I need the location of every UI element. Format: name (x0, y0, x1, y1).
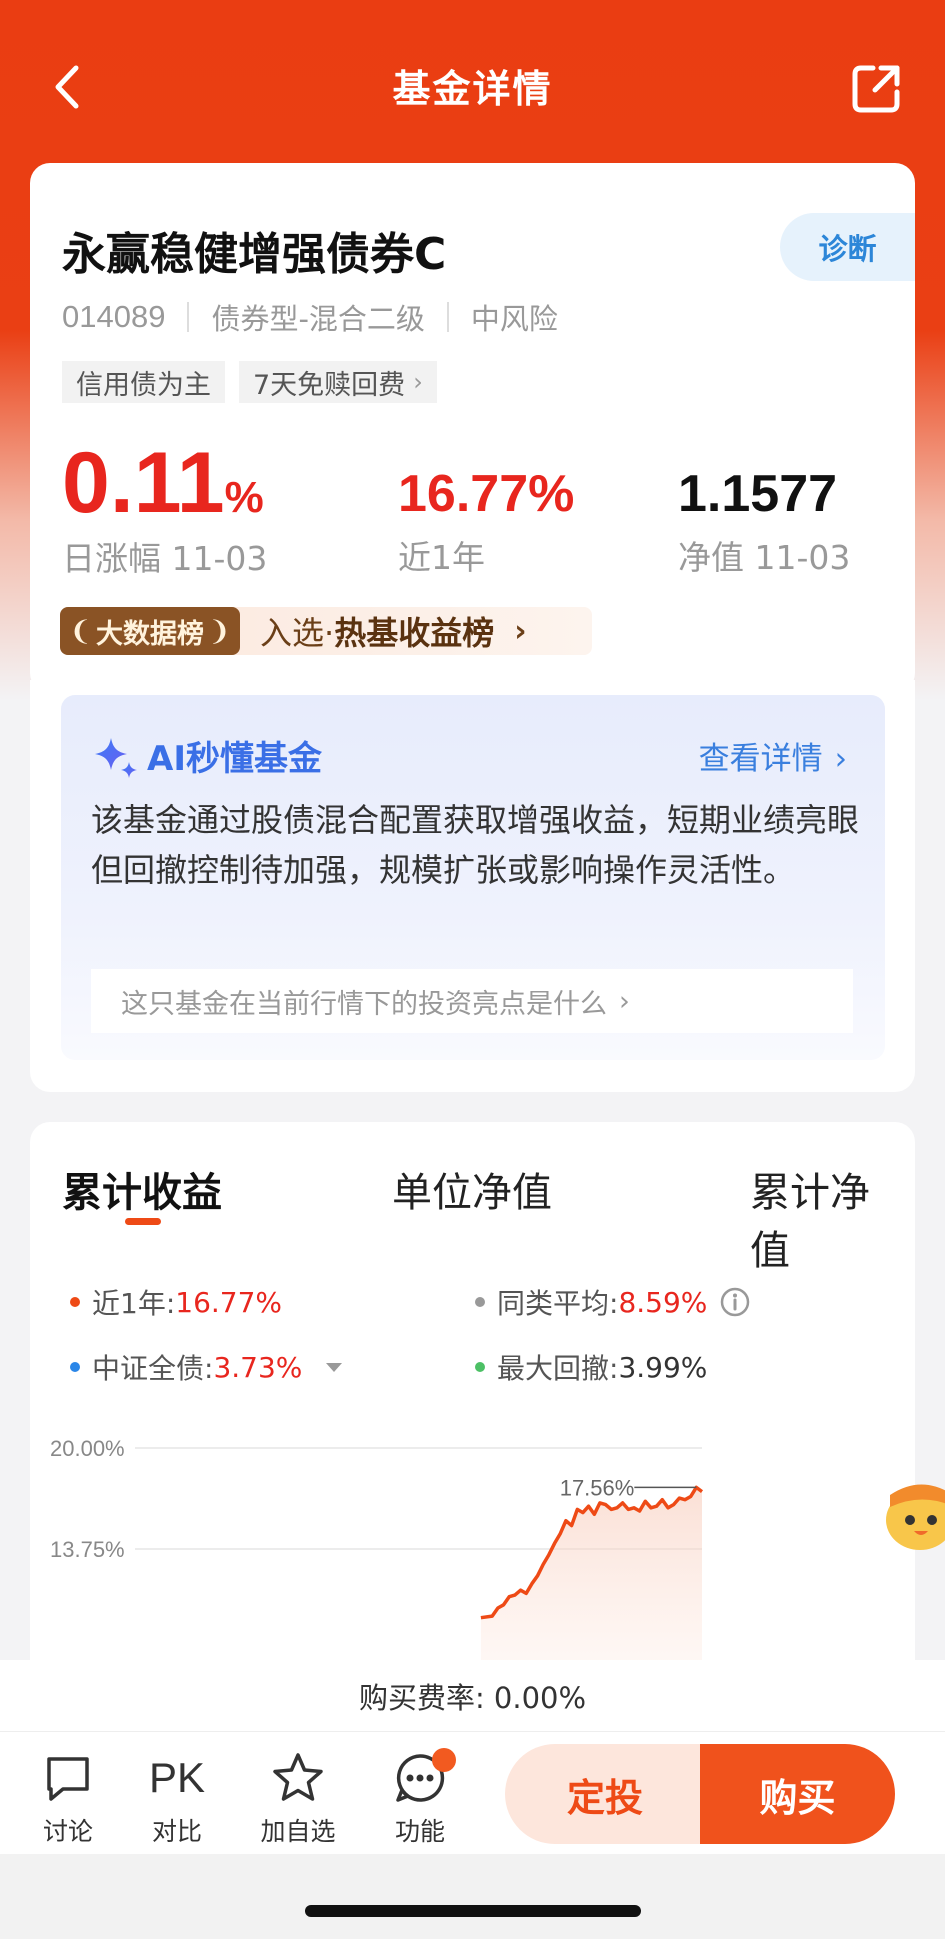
notification-dot (432, 1748, 456, 1772)
diagnose-button[interactable]: 诊断 (780, 213, 915, 281)
rank-banner[interactable]: ❨ 大数据榜 ❩ 入选·热基收益榜 › (60, 607, 592, 655)
caret-down-icon (326, 1362, 343, 1372)
chevron-right-icon: › (834, 741, 847, 777)
legend-max-drawdown: 最大回撤: 3.99% (475, 1347, 707, 1387)
purchase-fee-rate: 购买费率: 0.00% (0, 1660, 945, 1732)
rank-text: 入选·热基收益榜 (260, 614, 495, 652)
fund-type: 债券型-混合二级 (211, 302, 425, 336)
divider (446, 302, 449, 332)
y-tick-label: 20.00% (50, 1436, 125, 1461)
one-year-stat: 16.77% 近1年 (398, 463, 574, 579)
daily-change-unit: % (224, 473, 264, 522)
ai-title: AI秒懂基金 (91, 731, 322, 780)
fund-risk: 中风险 (470, 302, 558, 336)
legend-dot (70, 1297, 80, 1307)
legend-fund: 近1年: 16.77% (70, 1282, 282, 1322)
daily-change-value: 0.11 (62, 435, 225, 531)
discussion-button[interactable]: 讨论 (18, 1752, 118, 1848)
series-area (480, 1487, 702, 1682)
chevron-right-icon: › (619, 985, 630, 1017)
nav-stat: 1.1577 净值 11-03 (678, 463, 850, 579)
legend-dot (475, 1362, 485, 1372)
max-value-label: 17.56% (560, 1475, 635, 1500)
nav-bar: 基金详情 (0, 40, 945, 130)
fund-summary-card: 永赢稳健增强债券C 诊断 014089 债券型-混合二级 中风险 信用债为主 7… (30, 163, 915, 693)
chart-tabs: 累计收益 单位净值 累计净值 (62, 1160, 887, 1274)
legend-dot (475, 1297, 485, 1307)
mascot-chick[interactable] (880, 1465, 945, 1555)
tag-redemption-fee[interactable]: 7天免赎回费 › (239, 361, 437, 403)
buy-button[interactable]: 购买 (700, 1744, 895, 1844)
chat-icon (47, 1757, 89, 1801)
ai-summary-text: 该基金通过股债混合配置获取增强收益，短期业绩亮眼但回撤控制待加强，规模扩张或影响… (91, 801, 860, 889)
ai-card: AI秒懂基金 查看详情 › 该基金通过股债混合配置获取增强收益，短期业绩亮眼但回撤… (30, 680, 915, 1092)
one-year-value: 16.77% (398, 465, 575, 523)
fund-name: 永赢稳健增强债券C (62, 229, 447, 280)
fund-code: 014089 (62, 299, 166, 334)
legend-dot (70, 1362, 80, 1372)
chevron-right-icon: › (413, 368, 423, 396)
nav-value: 1.1577 (678, 465, 838, 523)
daily-change-stat: 0.11% 日涨幅 11-03 (62, 440, 267, 580)
performance-card: 累计收益 单位净值 累计净值 近1年: 16.77% 同类平均: 8.59% 中证全… (30, 1122, 915, 1682)
share-button[interactable] (851, 62, 903, 114)
tag-row: 信用债为主 7天免赎回费 › (62, 361, 437, 403)
laurel-icon: ❨ (69, 615, 92, 647)
info-icon[interactable] (719, 1286, 751, 1318)
star-icon (273, 1753, 323, 1801)
daily-change-label: 日涨幅 11-03 (62, 539, 268, 578)
nav-label: 净值 11-03 (678, 538, 851, 578)
chevron-left-icon (55, 65, 79, 109)
share-icon (852, 65, 900, 113)
add-watchlist-button[interactable]: 加自选 (248, 1752, 348, 1848)
more-functions-button[interactable]: 功能 (370, 1748, 470, 1848)
home-indicator[interactable] (305, 1905, 641, 1917)
bottom-action-bar: 讨论 PK 对比 加自选 功能 定投 购买 (0, 1732, 945, 1854)
tag-credit-bond: 信用债为主 (62, 361, 225, 403)
tab-unit-nav[interactable]: 单位净值 (392, 1160, 552, 1218)
one-year-label: 近1年 (398, 538, 485, 578)
big-data-rank-badge: ❨ 大数据榜 ❩ (60, 607, 240, 655)
legend-index[interactable]: 中证全债: 3.73% (70, 1347, 343, 1387)
tab-cumulative-return[interactable]: 累计收益 (62, 1160, 222, 1218)
sparkle-icon (95, 737, 137, 778)
home-area (0, 1854, 945, 1939)
active-tab-indicator (125, 1218, 161, 1225)
laurel-icon: ❩ (208, 615, 231, 647)
page-title: 基金详情 (392, 66, 553, 111)
return-chart: 20.00% 13.75% 17.56% (50, 1436, 704, 1682)
ai-summary-box: AI秒懂基金 查看详情 › 该基金通过股债混合配置获取增强收益，短期业绩亮眼但回撤… (61, 695, 885, 1060)
chevron-right-icon: › (514, 613, 527, 649)
fund-meta: 014089 债券型-混合二级 中风险 (62, 296, 558, 338)
pk-compare-button[interactable]: PK 对比 (127, 1752, 227, 1848)
legend-peer-average: 同类平均: 8.59% (475, 1282, 751, 1322)
pk-icon: PK (148, 1754, 206, 1801)
auto-invest-button[interactable]: 定投 (505, 1744, 705, 1844)
y-tick-label: 13.75% (50, 1537, 125, 1562)
divider (187, 302, 190, 332)
tab-cumulative-nav[interactable]: 累计净值 (750, 1160, 887, 1276)
ai-detail-link[interactable]: 查看详情 › (699, 733, 847, 778)
ai-question-prompt[interactable]: 这只基金在当前行情下的投资亮点是什么 › (91, 969, 853, 1033)
back-button[interactable] (48, 62, 88, 112)
